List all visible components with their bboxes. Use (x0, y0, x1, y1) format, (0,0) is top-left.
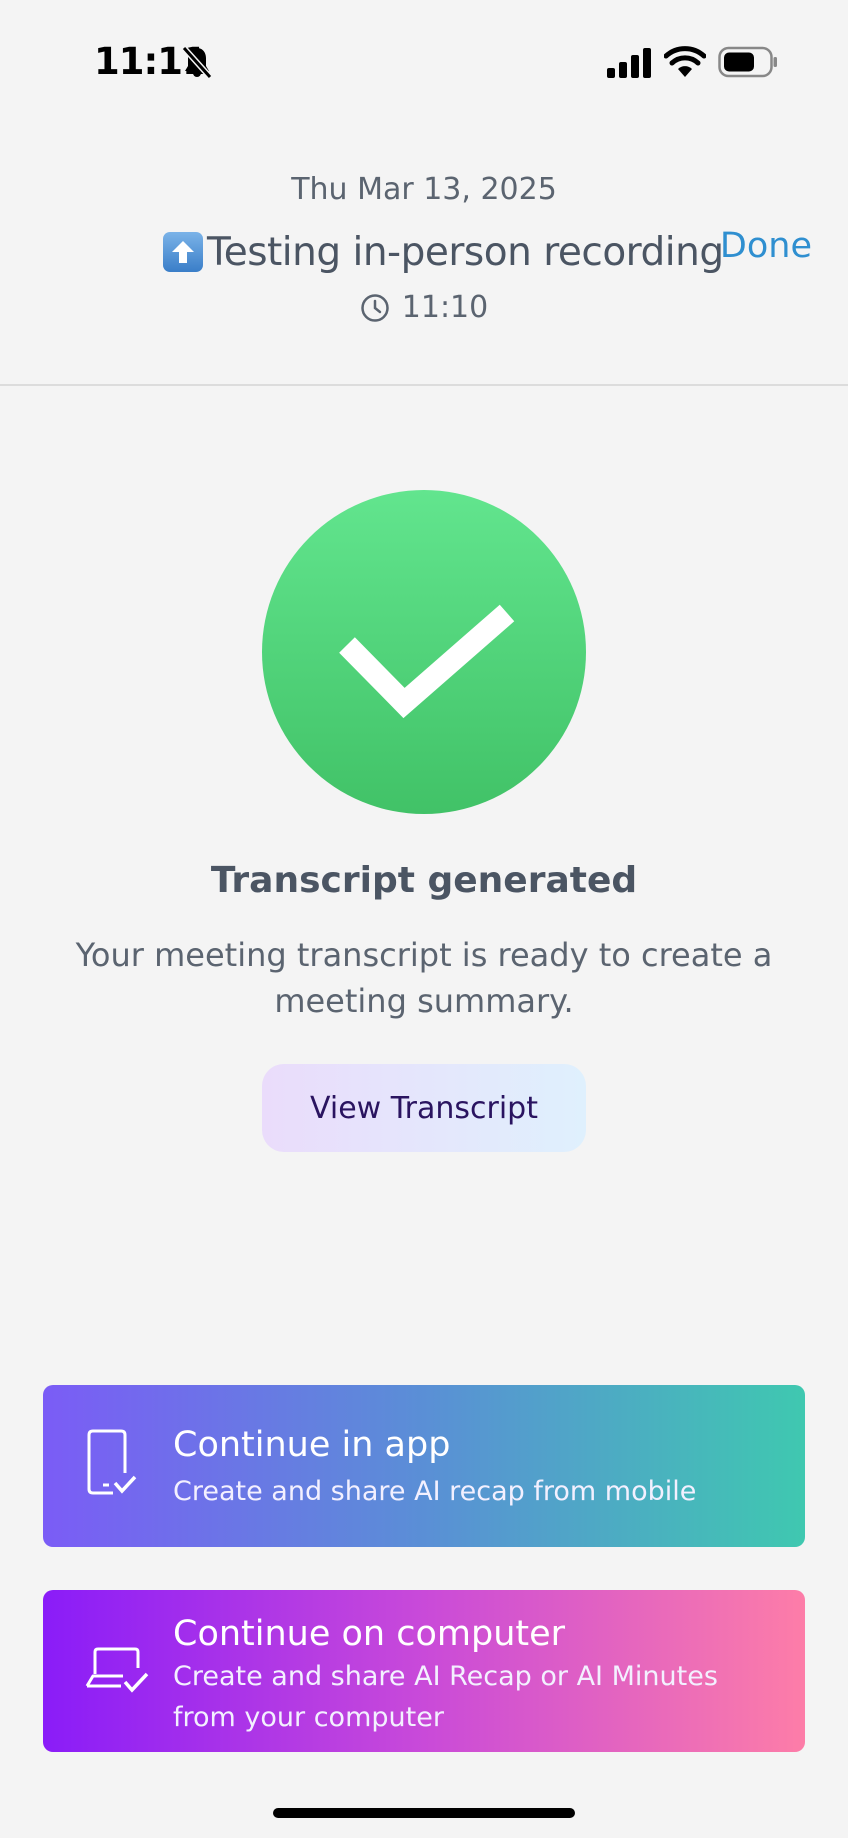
meeting-title: Testing in-person recording (207, 229, 724, 275)
view-transcript-button[interactable]: View Transcript (262, 1064, 586, 1152)
wifi-icon (664, 46, 706, 77)
meeting-date: Thu Mar 13, 2025 (291, 172, 557, 207)
laptop-check-icon (85, 1647, 149, 1693)
continue-in-app-title: Continue in app (173, 1425, 451, 1465)
phone-check-icon (87, 1429, 137, 1495)
status-bar: 11:11 (0, 0, 848, 110)
meeting-header: Thu Mar 13, 2025 Testing in-person recor… (0, 110, 848, 386)
continue-in-app-subtitle: Create and share AI recap from mobile (173, 1476, 697, 1507)
meeting-time: 11:10 (401, 290, 489, 325)
bell-slash-icon (181, 45, 213, 80)
home-indicator[interactable] (273, 1808, 575, 1818)
cellular-signal-icon (607, 48, 651, 78)
continue-on-computer-button[interactable]: Continue on computer Create and share AI… (43, 1590, 805, 1752)
meeting-time-row: 11:10 (0, 290, 848, 325)
battery-icon (718, 46, 777, 78)
done-button[interactable]: Done (720, 226, 812, 266)
continue-in-app-button[interactable]: Continue in app Create and share AI reca… (43, 1385, 805, 1547)
clock-icon (361, 293, 389, 322)
meeting-title-row: Testing in-person recording (163, 226, 724, 278)
transcript-generated-heading: Transcript generated (210, 860, 638, 901)
checkmark-circle-icon (262, 490, 586, 814)
continue-on-computer-title: Continue on computer (173, 1614, 566, 1654)
continue-on-computer-subtitle: Create and share AI Recap or AI Minutes … (173, 1661, 718, 1733)
transcript-ready-description: Your meeting transcript is ready to crea… (75, 936, 773, 1020)
up-arrow-icon (163, 232, 203, 272)
